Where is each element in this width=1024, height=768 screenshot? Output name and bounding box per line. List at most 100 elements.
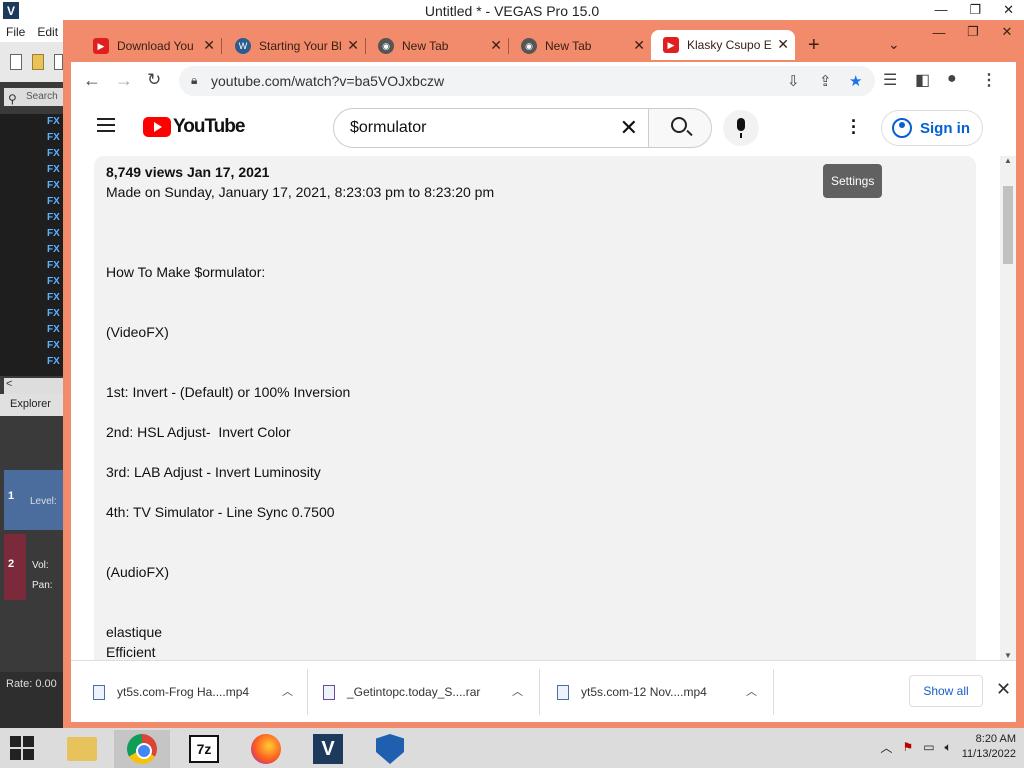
chrome-minimize-button[interactable]: —	[922, 20, 956, 44]
track-1-header[interactable]: 1 Level:	[4, 470, 63, 530]
scroll-down-icon[interactable]: ▼	[1004, 651, 1012, 660]
download-item[interactable]: yt5s.com-12 Nov....mp4 ︿	[557, 661, 757, 723]
taskbar-file-explorer[interactable]	[54, 730, 110, 768]
fx-item[interactable]: FX	[47, 148, 60, 159]
fx-item[interactable]: FX	[47, 212, 60, 223]
close-icon[interactable]: ✕	[203, 37, 215, 54]
chevron-up-icon[interactable]: ︿	[512, 683, 523, 699]
close-icon[interactable]: ✕	[347, 37, 359, 54]
taskbar-defender[interactable]	[362, 730, 418, 768]
close-icon[interactable]: ✕	[490, 37, 502, 54]
profile-icon[interactable]: ●	[947, 70, 957, 88]
youtube-logo[interactable]: YouTube	[143, 116, 245, 138]
sign-in-button[interactable]: Sign in	[881, 110, 983, 146]
close-download-shelf-icon[interactable]: ✕	[996, 679, 1011, 700]
start-button-icon[interactable]	[10, 736, 34, 760]
scrollbar-thumb[interactable]	[1003, 186, 1013, 264]
fx-item[interactable]: FX	[47, 308, 60, 319]
fx-item[interactable]: FX	[47, 116, 60, 127]
menu-file[interactable]: File	[6, 25, 25, 39]
taskbar-firefox[interactable]	[238, 730, 294, 768]
reading-list-icon[interactable]: ☰	[883, 70, 897, 90]
description-line: (AudioFX)	[106, 564, 170, 580]
page-scrollbar[interactable]: ▲ ▼	[1000, 156, 1016, 660]
browser-tab-active[interactable]: ▶ Klasky Csupo E ✕	[651, 30, 795, 60]
back-icon[interactable]: ←	[83, 70, 101, 91]
chrome-close-button[interactable]: ✕	[990, 20, 1024, 44]
close-icon[interactable]: ✕	[777, 36, 789, 53]
vegas-horizontal-scrollbar[interactable]: <	[4, 378, 63, 394]
fx-item[interactable]: FX	[47, 196, 60, 207]
video-file-icon	[93, 684, 105, 700]
search-input[interactable]: $ormulator ✕	[333, 108, 649, 148]
lock-icon[interactable]: 🔒︎	[191, 73, 197, 88]
chrome-menu-icon[interactable]: ⋮	[981, 70, 997, 90]
chevron-up-icon[interactable]: ︿	[746, 683, 757, 699]
tab-explorer[interactable]: Explorer	[0, 394, 63, 416]
download-shelf: yt5s.com-Frog Ha....mp4 ︿ _Getintopc.tod…	[71, 660, 1016, 722]
fx-item[interactable]: FX	[47, 180, 60, 191]
tab-title: Download You	[117, 39, 194, 53]
fx-item[interactable]: FX	[47, 244, 60, 255]
browser-tab[interactable]: ◉ New Tab ✕	[366, 32, 509, 60]
save-icon[interactable]	[54, 54, 63, 70]
url-text[interactable]: youtube.com/watch?v=ba5VOJxbczw	[211, 73, 444, 89]
download-item[interactable]: yt5s.com-Frog Ha....mp4 ︿	[93, 661, 293, 723]
browser-tab[interactable]: ▶ Download You ✕	[81, 32, 222, 60]
taskbar-chrome[interactable]	[114, 730, 170, 768]
vegas-maximize-button[interactable]: ❐	[969, 2, 981, 18]
tab-search-button[interactable]: ⌄	[888, 36, 900, 53]
tray-overflow-icon[interactable]: ︿	[880, 739, 892, 756]
forward-icon[interactable]: →	[115, 70, 133, 91]
track-2-handle[interactable]: 2	[4, 534, 26, 600]
network-warning-icon[interactable]: ⚑	[902, 740, 913, 754]
reload-icon[interactable]: ↻	[147, 70, 161, 90]
fx-item[interactable]: FX	[47, 276, 60, 287]
browser-tab[interactable]: W Starting Your Bl ✕	[223, 32, 366, 60]
browser-tab[interactable]: ◉ New Tab ✕	[509, 32, 651, 60]
clock[interactable]: 8:20 AM 11/13/2022	[962, 732, 1016, 762]
download-item[interactable]: _Getintopc.today_S....rar ︿	[323, 661, 523, 723]
voice-search-button[interactable]	[723, 110, 759, 146]
search-button[interactable]	[648, 108, 712, 148]
menu-edit[interactable]: Edit	[37, 25, 58, 39]
track-2-pan-label: Pan:	[32, 580, 53, 591]
7zip-icon: 7z	[189, 735, 219, 763]
show-all-downloads-button[interactable]: Show all	[909, 675, 983, 707]
scroll-up-icon[interactable]: ▲	[1004, 156, 1012, 165]
bookmark-star-icon[interactable]: ★	[849, 72, 862, 90]
side-panel-icon[interactable]: ◧	[915, 70, 930, 90]
fx-item[interactable]: FX	[47, 260, 60, 271]
fx-item[interactable]: FX	[47, 164, 60, 175]
volume-icon[interactable]: 🔈︎	[945, 740, 952, 755]
fx-item[interactable]: FX	[47, 324, 60, 335]
close-icon[interactable]: ✕	[633, 37, 645, 54]
address-bar[interactable]: 🔒︎ youtube.com/watch?v=ba5VOJxbczw ⇩ ⇪ ★	[179, 66, 875, 96]
chrome-maximize-button[interactable]: ❐	[956, 20, 990, 44]
vegas-close-button[interactable]: ✕	[1003, 2, 1014, 18]
fx-item[interactable]: FX	[47, 356, 60, 367]
taskbar-7zip[interactable]: 7z	[176, 730, 232, 768]
settings-kebab-icon[interactable]: · · ·	[851, 112, 857, 142]
open-folder-icon[interactable]	[32, 54, 44, 70]
scroll-left-icon[interactable]: <	[6, 378, 12, 390]
power-icon[interactable]: ▭	[923, 740, 934, 754]
hamburger-menu-icon[interactable]	[97, 118, 115, 132]
fx-item[interactable]: FX	[47, 340, 60, 351]
fx-item[interactable]: FX	[47, 228, 60, 239]
search-query[interactable]: $ormulator	[350, 119, 426, 137]
taskbar-vegas[interactable]: V	[300, 730, 356, 768]
new-tab-button[interactable]: +	[808, 34, 820, 57]
track-2-header[interactable]: 2 Vol: Pan:	[4, 534, 63, 600]
chevron-up-icon[interactable]: ︿	[282, 683, 293, 699]
vegas-minimize-button[interactable]: —	[934, 2, 947, 18]
fx-item[interactable]: FX	[47, 292, 60, 303]
clear-search-icon[interactable]: ✕	[620, 115, 638, 141]
tab-title: New Tab	[545, 39, 592, 53]
install-icon[interactable]: ⇩	[787, 72, 800, 90]
new-file-icon[interactable]	[10, 54, 22, 70]
fx-item[interactable]: FX	[47, 132, 60, 143]
track-1-level-label: Level:	[30, 496, 57, 507]
share-icon[interactable]: ⇪	[819, 72, 832, 90]
vegas-search-field[interactable]: ⚲ Search	[4, 88, 63, 106]
